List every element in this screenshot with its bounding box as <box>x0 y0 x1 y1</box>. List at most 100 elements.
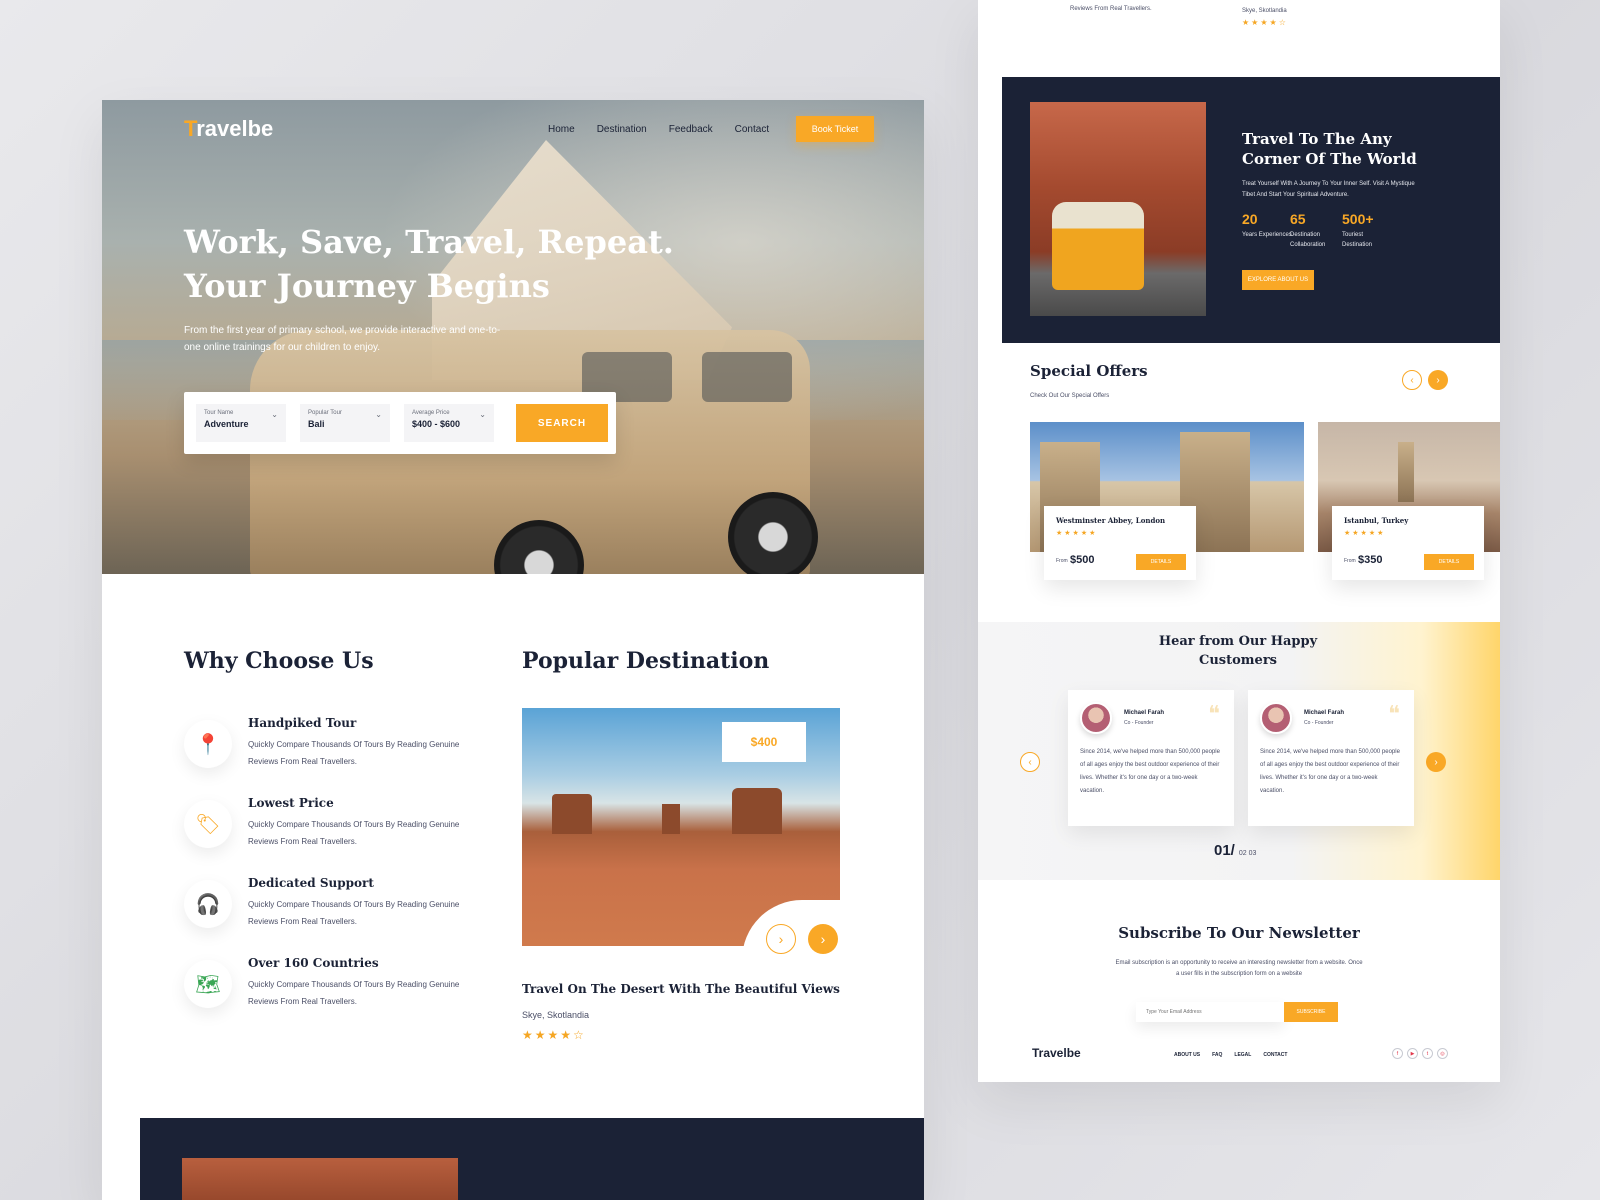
instagram-icon[interactable]: ◎ <box>1437 1048 1448 1059</box>
counter-rest[interactable]: 02 03 <box>1239 850 1257 857</box>
popular-tour-label: Popular Tour <box>308 410 342 416</box>
world-map-icon: 🗺 <box>184 960 232 1008</box>
logo-accent-letter: T <box>184 116 197 141</box>
hero-title-line-2: Your Journey Begins <box>184 267 550 305</box>
tour-name-select[interactable]: Tour Name Adventure ⌄ <box>196 404 286 442</box>
special-offers-heading: Special Offers <box>1030 362 1148 380</box>
stat-value: 20 <box>1242 211 1258 227</box>
footer-link-faq[interactable]: FAQ <box>1212 1052 1222 1058</box>
logo-text: ravelbe <box>196 116 274 141</box>
main-nav: Home Destination Feedback Contact <box>548 124 769 135</box>
travelbe-logo[interactable]: Travelbe <box>184 116 273 142</box>
offers-next-arrow-icon[interactable]: › <box>1428 370 1448 390</box>
hero-title: Work, Save, Travel, Repeat. Your Journey… <box>184 220 704 308</box>
testimonial-card: Michael Farah Co - Founder ❝ Since 2014,… <box>1068 690 1234 826</box>
rock-formation <box>732 788 782 834</box>
support-agent-icon: 🎧 <box>184 880 232 928</box>
testimonial-text: Since 2014, we've helped more than 500,0… <box>1080 749 1220 794</box>
newsletter-email-input[interactable] <box>1136 1002 1284 1022</box>
offer-rating-stars: ★★★★★ <box>1056 530 1098 537</box>
average-price-label: Average Price <box>412 410 450 416</box>
landing-page-continued: Reviews From Real Travellers. Skye, Skot… <box>978 0 1500 1082</box>
feature-description: Quickly Compare Thousands Of Tours By Re… <box>248 820 460 846</box>
facebook-icon[interactable]: f <box>1392 1048 1403 1059</box>
tour-name-label: Tour Name <box>204 410 234 416</box>
newsletter-heading: Subscribe To Our Newsletter <box>1118 924 1360 942</box>
testimonials-prev-arrow-icon[interactable]: ‹ <box>1020 752 1040 772</box>
nav-link-destination[interactable]: Destination <box>597 124 647 135</box>
counter-current: 01/ <box>1214 842 1235 859</box>
stat-value: 65 <box>1290 211 1306 227</box>
hero-subtitle: From the first year of primary school, w… <box>184 325 501 353</box>
map-pin-icon: 📍 <box>184 720 232 768</box>
footer-logo[interactable]: Travelbe <box>1032 1046 1081 1060</box>
testimonials-heading: Hear from Our Happy Customers <box>1158 634 1318 668</box>
average-price-select[interactable]: Average Price $400 - $600 ⌄ <box>404 404 494 442</box>
chevron-down-icon: ⌄ <box>375 410 382 419</box>
offer-rating-stars: ★★★★★ <box>1344 530 1386 537</box>
why-choose-us-heading: Why Choose Us <box>184 648 374 674</box>
footer-link-contact[interactable]: CONTACT <box>1263 1052 1287 1058</box>
feature-lowest-price: 🏷 Lowest Price Quickly Compare Thousands… <box>184 796 484 866</box>
twitter-icon[interactable]: t <box>1422 1048 1433 1059</box>
tour-search-bar: Tour Name Adventure ⌄ Popular Tour Bali … <box>184 392 616 454</box>
popular-tour-select[interactable]: Popular Tour Bali ⌄ <box>300 404 390 442</box>
quote-icon: ❝ <box>1388 702 1400 727</box>
stat-years: 20 Years Experiences <box>1242 211 1292 240</box>
feature-dedicated-support: 🎧 Dedicated Support Quickly Compare Thou… <box>184 876 484 946</box>
chevron-down-icon: ⌄ <box>479 410 486 419</box>
destination-card-title[interactable]: Travel On The Desert With The Beautiful … <box>522 982 840 996</box>
avatar <box>1260 702 1292 734</box>
feature-description-snippet: Reviews From Real Travellers. <box>1070 6 1152 12</box>
testimonial-role: Co - Founder <box>1124 720 1154 726</box>
testimonial-name: Michael Farah <box>1124 710 1165 716</box>
feature-over-160-countries: 🗺 Over 160 Countries Quickly Compare Tho… <box>184 956 484 1026</box>
chevron-down-icon: ⌄ <box>271 410 278 419</box>
offer-title: Istanbul, Turkey <box>1344 516 1409 525</box>
popular-prev-arrow-icon[interactable]: › <box>766 924 796 954</box>
nav-link-contact[interactable]: Contact <box>735 124 769 135</box>
van-window <box>702 352 792 402</box>
nav-link-feedback[interactable]: Feedback <box>669 124 713 135</box>
explore-about-us-button[interactable]: EXPLORE ABOUT US <box>1242 270 1314 290</box>
hero-section: Travelbe Home Destination Feedback Conta… <box>102 100 924 574</box>
offer-from-label: From <box>1056 558 1068 564</box>
stat-label: Touriest Destination <box>1342 232 1373 248</box>
book-ticket-button[interactable]: Book Ticket <box>796 116 874 142</box>
avatar <box>1080 702 1112 734</box>
yellow-van <box>1052 202 1144 290</box>
testimonial-text: Since 2014, we've helped more than 500,0… <box>1260 749 1400 794</box>
canyon-image-preview <box>182 1158 458 1200</box>
feature-description: Quickly Compare Thousands Of Tours By Re… <box>248 900 460 926</box>
offers-prev-arrow-icon[interactable]: ‹ <box>1402 370 1422 390</box>
newsletter-text: Email subscription is an opportunity to … <box>1115 960 1363 977</box>
yellow-van-canyon-image <box>1030 102 1206 316</box>
destination-card-location: Skye, Skotlandia <box>522 1010 590 1020</box>
testimonials-next-arrow-icon[interactable]: › <box>1426 752 1446 772</box>
destination-rating-stars: ★★★★☆ <box>522 1028 586 1042</box>
special-offers-subtitle: Check Out Our Special Offers <box>1030 393 1110 399</box>
tour-name-value: Adventure <box>204 419 249 429</box>
youtube-icon[interactable]: ▶ <box>1407 1048 1418 1059</box>
nav-link-home[interactable]: Home <box>548 124 575 135</box>
offer-details-button[interactable]: DETAILS <box>1136 554 1186 570</box>
rock-formation <box>552 794 592 834</box>
popular-destination-heading: Popular Destination <box>522 648 770 674</box>
feature-description: Quickly Compare Thousands Of Tours By Re… <box>248 980 460 1006</box>
footer-link-about-us[interactable]: ABOUT US <box>1174 1052 1200 1058</box>
stat-destinations: 65 Destination Collaboration <box>1290 211 1340 250</box>
stat-label: Destination Collaboration <box>1290 232 1326 248</box>
subscribe-button[interactable]: SUBSCRIBE <box>1284 1002 1338 1022</box>
feature-title: Handpiked Tour <box>248 716 357 730</box>
search-button[interactable]: SEARCH <box>516 404 608 442</box>
stat-label: Years Experiences <box>1242 232 1292 238</box>
stat-value: 500+ <box>1342 211 1374 227</box>
price-tag-icon: 🏷 <box>184 800 232 848</box>
popular-next-arrow-icon[interactable]: › <box>808 924 838 954</box>
van-wheel <box>728 492 818 574</box>
feature-handpiked-tour: 📍 Handpiked Tour Quickly Compare Thousan… <box>184 716 484 786</box>
offer-details-button[interactable]: DETAILS <box>1424 554 1474 570</box>
destination-location-snippet: Skye, Skotlandia <box>1242 8 1287 14</box>
footer-link-legal[interactable]: LEGAL <box>1234 1052 1251 1058</box>
rock-formation <box>662 804 680 834</box>
